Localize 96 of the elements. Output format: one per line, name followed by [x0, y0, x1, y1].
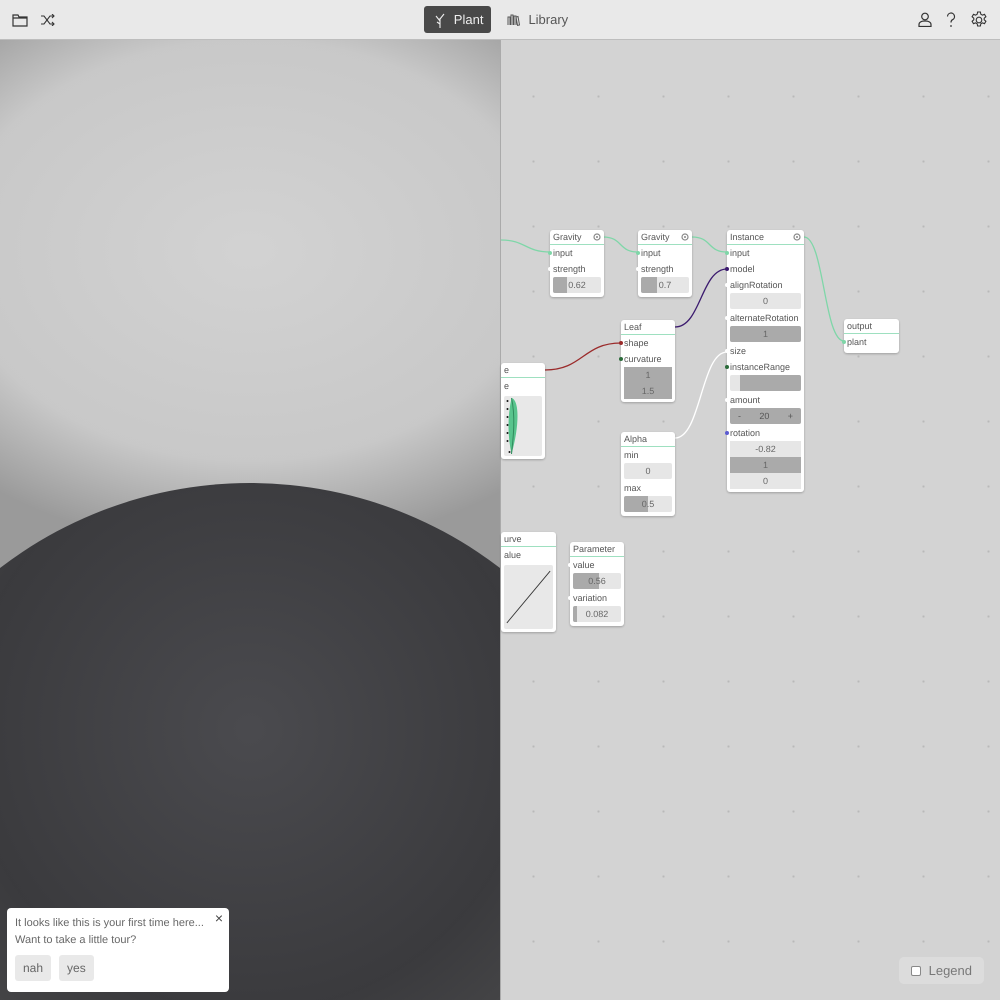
- graph-node[interactable]: urve alue: [501, 532, 556, 632]
- node-title: Gravity: [553, 232, 582, 242]
- graph-node[interactable]: output plant: [844, 319, 899, 353]
- port-label: value: [573, 560, 595, 570]
- slider-value: 0.7: [658, 280, 672, 290]
- port-label: amount: [730, 395, 760, 405]
- port-dot[interactable]: [619, 357, 623, 361]
- port-dot[interactable]: [725, 251, 729, 255]
- slider[interactable]: 0.082: [573, 606, 621, 622]
- legend-label: Legend: [928, 963, 972, 978]
- slider[interactable]: 0: [730, 473, 801, 489]
- port-label: input: [553, 248, 573, 258]
- port-dot[interactable]: [725, 398, 729, 402]
- node-title: Instance: [730, 232, 764, 242]
- slider[interactable]: 1: [730, 457, 801, 473]
- number-stepper[interactable]: - 20 +: [730, 408, 801, 424]
- node-title: urve: [504, 534, 522, 544]
- graph-node[interactable]: Gravity input strength 0.62: [550, 230, 604, 297]
- graph-node[interactable]: Alpha min 0 max 0.5: [621, 432, 675, 516]
- slider-value: 1: [762, 329, 768, 339]
- minus-button[interactable]: -: [736, 411, 743, 421]
- stepper-value: 20: [759, 411, 770, 421]
- port-dot[interactable]: [548, 251, 552, 255]
- port-label: strength: [641, 264, 674, 274]
- slider-value: 0: [645, 466, 650, 476]
- checkbox[interactable]: [910, 966, 921, 976]
- port-dot[interactable]: [568, 563, 572, 567]
- port-label: input: [730, 248, 750, 258]
- slider-value: 0: [762, 476, 768, 486]
- port-label: variation: [573, 593, 608, 603]
- port-label: instanceRange: [730, 362, 790, 372]
- port-dot[interactable]: [636, 267, 640, 271]
- port-dot[interactable]: [725, 267, 729, 271]
- port-dot[interactable]: [725, 349, 729, 353]
- node-title: Gravity: [641, 232, 670, 242]
- slider[interactable]: 1: [730, 326, 801, 342]
- port-label: min: [624, 450, 639, 460]
- port-dot[interactable]: [842, 340, 846, 344]
- port-dot[interactable]: [725, 431, 729, 435]
- leaf-shape-preview[interactable]: [504, 396, 542, 456]
- graph-node[interactable]: Leaf shape curvature 1 1.5: [621, 320, 675, 402]
- graph-node[interactable]: e e: [501, 363, 545, 459]
- curve-editor[interactable]: [504, 565, 553, 629]
- slider[interactable]: 1.5: [624, 383, 672, 399]
- port-label: input: [641, 248, 661, 258]
- port-dot[interactable]: [725, 283, 729, 287]
- graph-node[interactable]: Gravity input strength 0.7: [638, 230, 692, 297]
- port-label: shape: [624, 338, 649, 348]
- slider-value: -0.82: [755, 444, 776, 454]
- node-title: e: [504, 365, 510, 375]
- tour-message: It looks like this is your first time here... Want to take a little tour?: [15, 916, 204, 948]
- plus-button[interactable]: +: [786, 411, 795, 421]
- port-label: alue: [504, 550, 522, 560]
- slider-value: 0: [762, 296, 768, 306]
- legend-toggle[interactable]: Legend: [898, 957, 984, 984]
- tab[interactable]: Plant: [424, 6, 492, 33]
- port-label: max: [624, 483, 642, 493]
- slider-value: 1: [645, 370, 650, 380]
- bookshelf-icon: [507, 13, 520, 26]
- slider[interactable]: 0.7: [641, 277, 689, 293]
- node-title: Parameter: [573, 544, 616, 554]
- slider[interactable]: -0.82: [730, 441, 801, 457]
- slider[interactable]: 0.5: [624, 496, 672, 512]
- slider-value: 1: [762, 460, 768, 470]
- port-dot[interactable]: [619, 341, 623, 345]
- port-label: alignRotation: [730, 280, 783, 290]
- slider-value: 1.5: [642, 386, 654, 396]
- slider[interactable]: 0: [624, 463, 672, 479]
- slider-value: 0.082: [586, 609, 608, 619]
- port-dot[interactable]: [568, 596, 572, 600]
- port-label: plant: [847, 337, 867, 347]
- port-label: size: [730, 346, 746, 356]
- tour-button[interactable]: nah: [15, 955, 52, 981]
- port-label: e: [504, 381, 510, 391]
- port-label: rotation: [730, 428, 760, 438]
- slider[interactable]: 0.62: [553, 277, 601, 293]
- port-label: alternateRotation: [730, 313, 799, 323]
- port-dot[interactable]: [548, 267, 552, 271]
- plant-icon: [434, 12, 446, 28]
- node-title: Leaf: [624, 322, 642, 332]
- tour-button[interactable]: yes: [59, 955, 94, 981]
- slider-value: 0.62: [568, 280, 586, 290]
- port-dot[interactable]: [725, 316, 729, 320]
- port-dot[interactable]: [725, 365, 729, 369]
- port-label: model: [730, 264, 755, 274]
- port-label: strength: [553, 264, 586, 274]
- tab[interactable]: Library: [497, 6, 576, 33]
- node-title: Alpha: [624, 434, 648, 444]
- port-dot[interactable]: [636, 251, 640, 255]
- slider[interactable]: 0: [730, 293, 801, 309]
- node-title: output: [847, 321, 872, 331]
- slider[interactable]: 1: [624, 367, 672, 383]
- graph-node[interactable]: Instance input model alignRotation 0 alternateRotation 1 size instanceRange amount - 20 + rotation -0.82 1 0: [727, 230, 804, 492]
- close-button[interactable]: ×: [212, 911, 225, 925]
- port-label: curvature: [624, 354, 662, 364]
- slider-value: 0.5: [642, 499, 654, 509]
